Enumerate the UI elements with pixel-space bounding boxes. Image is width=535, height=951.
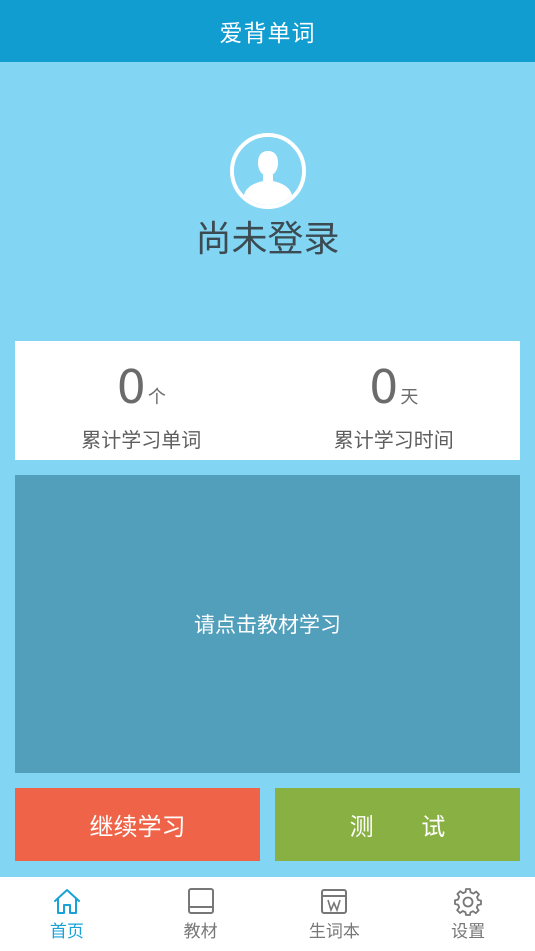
stat-days: 0天 累计学习时间 <box>268 341 521 460</box>
tab-home-label: 首页 <box>49 922 84 942</box>
user-avatar-icon[interactable] <box>230 133 306 209</box>
stat-words: 0个 累计学习单词 <box>15 341 268 460</box>
gear-icon <box>454 888 483 916</box>
page-title: 爱背单词 <box>219 21 316 47</box>
login-status[interactable]: 尚未登录 <box>0 214 535 266</box>
study-hint: 请点击教材学习 <box>194 613 341 637</box>
tab-vocabulary[interactable]: 生词本 <box>268 877 402 951</box>
words-unit: 个 <box>147 387 166 408</box>
test-button[interactable]: 测 试 <box>275 788 520 861</box>
tab-settings-label: 设置 <box>451 922 486 942</box>
days-unit: 天 <box>400 387 419 408</box>
tab-vocabulary-label: 生词本 <box>308 922 360 942</box>
header-bar: 爱背单词 <box>0 0 535 62</box>
bottom-tab-bar: 首页 教材 生词本 设置 <box>0 877 535 951</box>
tab-textbook[interactable]: 教材 <box>134 877 268 951</box>
words-label: 累计学习单词 <box>81 428 202 452</box>
tab-settings[interactable]: 设置 <box>401 877 535 951</box>
study-panel[interactable]: 请点击教材学习 <box>15 475 520 773</box>
days-count: 0 <box>369 360 399 414</box>
stats-card: 0个 累计学习单词 0天 累计学习时间 <box>15 341 520 460</box>
vocabulary-notebook-icon <box>321 889 348 914</box>
words-count: 0 <box>116 360 146 414</box>
tab-textbook-label: 教材 <box>183 922 218 942</box>
days-label: 累计学习时间 <box>333 428 454 452</box>
book-icon <box>187 888 214 914</box>
tab-home[interactable]: 首页 <box>0 877 134 951</box>
continue-study-button[interactable]: 继续学习 <box>15 788 260 861</box>
home-icon <box>53 889 80 914</box>
